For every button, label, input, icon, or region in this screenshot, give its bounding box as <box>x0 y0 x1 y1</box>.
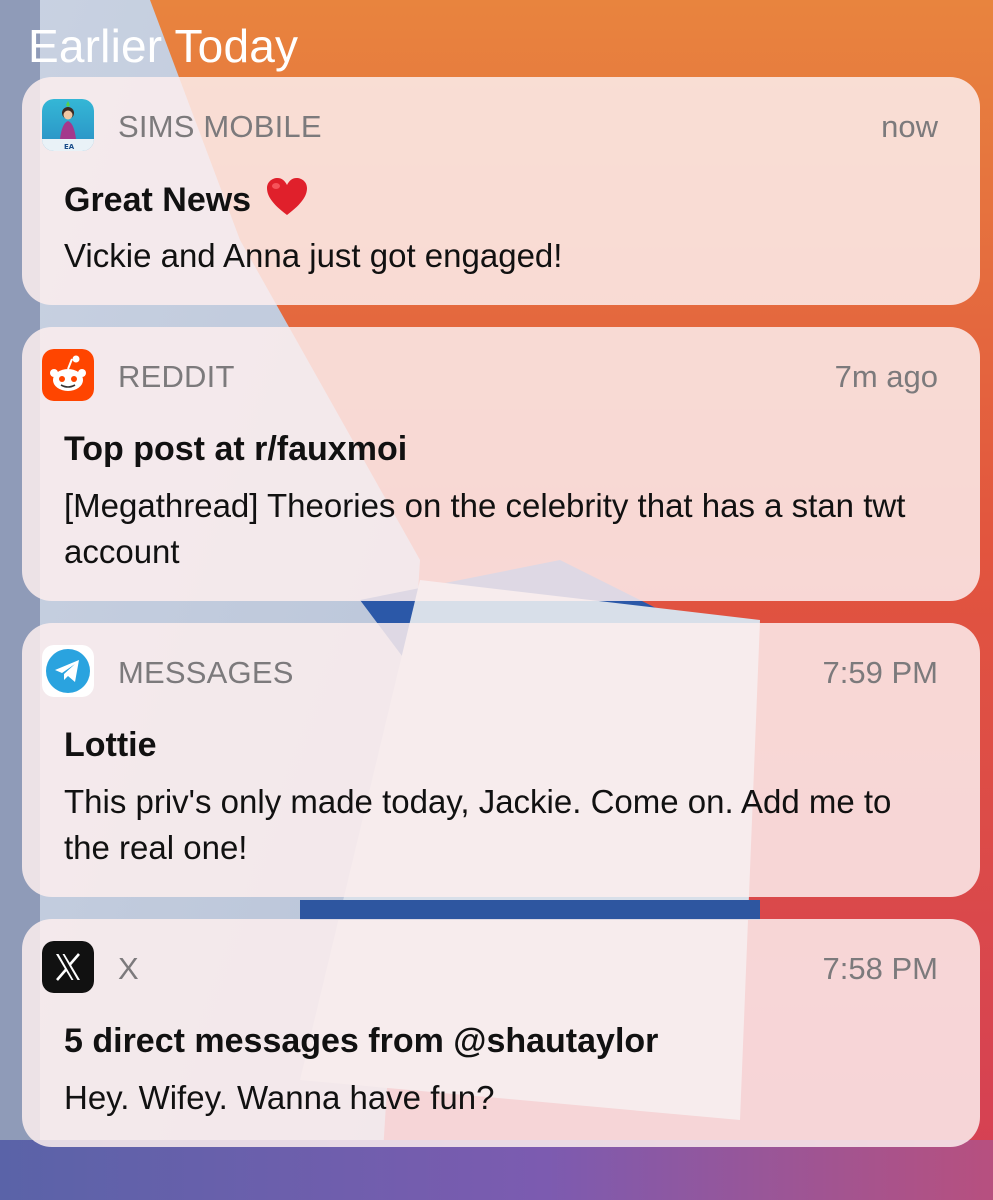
x-icon <box>42 941 94 993</box>
app-name: X <box>118 951 139 986</box>
notification-body: Vickie and Anna just got engaged! <box>64 237 563 274</box>
notification-body: Hey. Wifey. Wanna have fun? <box>64 1079 495 1116</box>
app-name: MESSAGES <box>118 655 294 690</box>
notification-title: Lottie <box>64 726 157 764</box>
sims-mobile-icon: EA <box>42 99 94 151</box>
notification-body: [Megathread] Theories on the celebrity t… <box>64 487 906 570</box>
heart-icon <box>266 178 307 215</box>
notification-title-text: Great News <box>64 181 252 219</box>
notification-body: This priv's only made today, Jackie. Com… <box>64 783 892 866</box>
notification-time: 7:59 PM <box>822 655 938 690</box>
notification-time: now <box>881 109 938 144</box>
app-name: REDDIT <box>118 359 235 394</box>
notification-title: Top post at r/fauxmoi <box>64 430 408 468</box>
notification-x[interactable]: X 7:58 PM 5 direct messages from @shauta… <box>22 919 980 1147</box>
notification-sims-mobile[interactable]: EA SIMS MOBILE now Great News Vickie and… <box>22 77 980 305</box>
notification-title: Great News <box>64 177 309 222</box>
app-name: SIMS MOBILE <box>118 109 322 144</box>
svg-text:EA: EA <box>64 143 75 151</box>
notification-time: 7m ago <box>834 359 938 394</box>
section-title: Earlier Today <box>28 20 299 72</box>
notification-time: 7:58 PM <box>822 951 938 986</box>
notification-messages[interactable]: MESSAGES 7:59 PM Lottie This priv's only… <box>22 623 980 897</box>
reddit-icon <box>42 349 94 401</box>
notification-title: 5 direct messages from @shautaylor <box>64 1022 659 1060</box>
notification-reddit[interactable]: REDDIT 7m ago Top post at r/fauxmoi [Meg… <box>22 327 980 601</box>
telegram-icon <box>42 645 94 697</box>
